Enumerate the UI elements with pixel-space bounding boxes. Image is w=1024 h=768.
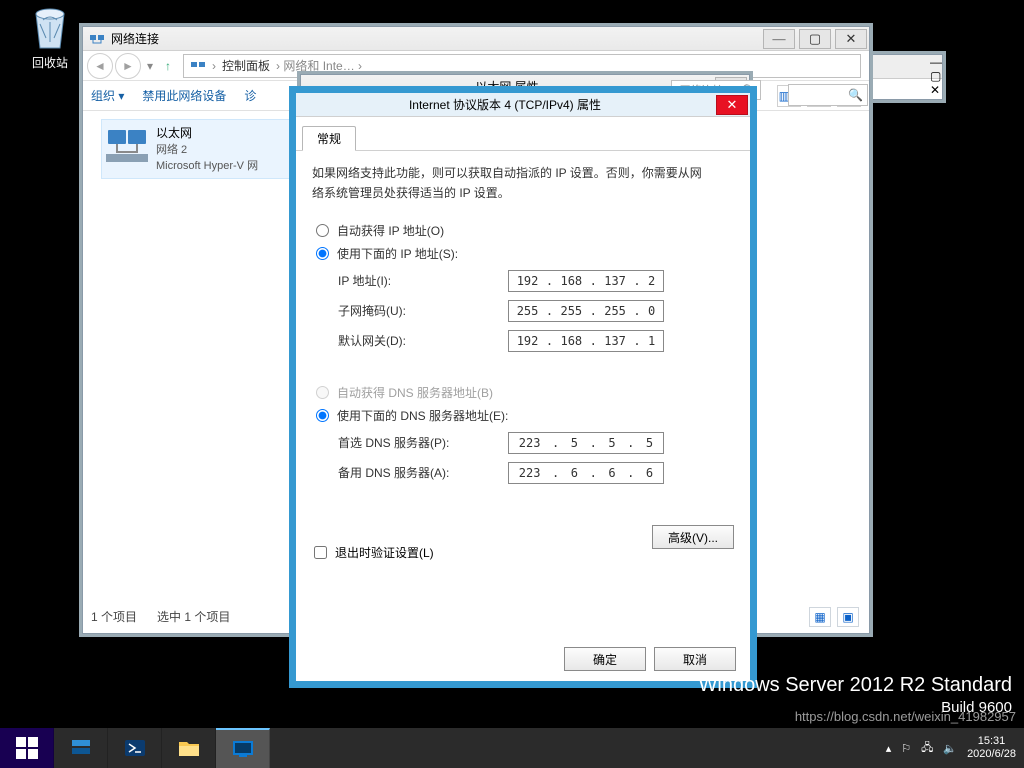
cmd-diagnose[interactable]: 诊 (244, 87, 256, 104)
close-icon[interactable]: ✕ (930, 83, 942, 97)
server-manager-button[interactable] (54, 728, 108, 768)
ethernet-adapter-icon (106, 124, 148, 166)
nav-forward-button[interactable]: ► (115, 53, 141, 79)
taskbar-clock[interactable]: 15:31 2020/6/28 (967, 735, 1016, 761)
radio-auto-ip[interactable]: 自动获得 IP 地址(O) (316, 222, 730, 239)
close-icon[interactable]: ✕ (835, 29, 867, 49)
preferred-dns-input[interactable]: 223.5.5.5 (508, 432, 664, 454)
status-selected-count: 选中 1 个项目 (157, 608, 230, 625)
status-bar: 1 个项目 选中 1 个项目 (91, 605, 230, 627)
cancel-button[interactable]: 取消 (654, 647, 736, 671)
advanced-button[interactable]: 高级(V)... (652, 525, 734, 549)
powershell-button[interactable] (108, 728, 162, 768)
window-title: 网络连接 (83, 30, 761, 47)
cmd-organize[interactable]: 组织 ▾ (91, 87, 124, 104)
tray-flag-icon[interactable]: ⚐ (901, 742, 911, 755)
tray-network-icon[interactable]: 🖧 (921, 739, 933, 758)
watermark-text: https://blog.csdn.net/weixin_41982957 (795, 709, 1016, 724)
ok-button[interactable]: 确定 (564, 647, 646, 671)
dialog-title: Internet 协议版本 4 (TCP/IPv4) 属性 (296, 96, 714, 113)
windows-logo-icon (16, 737, 38, 759)
adapter-driver: Microsoft Hyper-V 网 (156, 157, 258, 173)
adapter-network: 网络 2 (156, 141, 258, 157)
nav-up-button[interactable]: ↑ (159, 59, 177, 73)
tab-row: 常规 (296, 123, 750, 151)
powershell-icon (123, 736, 147, 760)
start-button[interactable] (0, 728, 54, 768)
alternate-dns-input[interactable]: 223.6.6.6 (508, 462, 664, 484)
description: 如果网络支持此功能，则可以获取自动指派的 IP 设置。否则，你需要从网 络系统管… (312, 163, 734, 204)
view-icons-icon[interactable]: ▣ (837, 607, 859, 627)
server-manager-icon (69, 736, 93, 760)
file-explorer-icon (177, 736, 201, 760)
checkbox-validate-on-exit[interactable]: 退出时验证设置(L) (314, 544, 434, 561)
taskbar: ▴ ⚐ 🖧 🔈 15:31 2020/6/28 (0, 728, 1024, 768)
row-alternate-dns: 备用 DNS 服务器(A): 223.6.6.6 (338, 462, 734, 484)
tray-volume-icon[interactable]: 🔈 (943, 742, 957, 755)
default-gateway-input[interactable]: 192.168.137.1 (508, 330, 664, 352)
file-explorer-button[interactable] (162, 728, 216, 768)
adapter-name: 以太网 (156, 124, 258, 141)
radio-use-dns[interactable]: 使用下面的 DNS 服务器地址(E): (316, 407, 730, 424)
recycle-bin-label: 回收站 (20, 54, 80, 71)
minimize-icon[interactable]: — (763, 29, 795, 49)
ip-address-input[interactable]: 192.168.137.2 (508, 270, 664, 292)
maximize-icon[interactable]: ▢ (930, 69, 942, 83)
subnet-mask-input[interactable]: 255.255.255.0 (508, 300, 664, 322)
status-item-count: 1 个项目 (91, 608, 137, 625)
cmd-disable-device[interactable]: 禁用此网络设备 (142, 87, 226, 104)
search-box-overflow[interactable]: 🔍 (788, 84, 868, 106)
row-ip-address: IP 地址(I): 192.168.137.2 (338, 270, 734, 292)
row-subnet-mask: 子网掩码(U): 255.255.255.0 (338, 300, 734, 322)
row-default-gateway: 默认网关(D): 192.168.137.1 (338, 330, 734, 352)
nav-back-button[interactable]: ◄ (87, 53, 113, 79)
recycle-bin-icon (26, 4, 74, 52)
recycle-bin[interactable]: 回收站 (20, 4, 80, 71)
view-details-icon[interactable]: ▦ (809, 607, 831, 627)
system-tray: ▴ ⚐ 🖧 🔈 15:31 2020/6/28 (886, 728, 1024, 768)
tab-general[interactable]: 常规 (302, 126, 356, 151)
search-icon: 🔍 (848, 88, 863, 102)
ipv4-properties-dialog: Internet 协议版本 4 (TCP/IPv4) 属性 ✕ 常规 如果网络支… (295, 92, 751, 682)
row-preferred-dns: 首选 DNS 服务器(P): 223.5.5.5 (338, 432, 734, 454)
nav-dropdown-icon[interactable]: ▾ (143, 59, 157, 73)
network-icon (89, 31, 105, 47)
vbox-button[interactable] (216, 728, 270, 768)
radio-use-ip[interactable]: 使用下面的 IP 地址(S): (316, 245, 730, 262)
minimize-icon[interactable]: — (930, 55, 942, 69)
close-icon[interactable]: ✕ (716, 95, 748, 115)
vm-icon (231, 737, 255, 761)
network-icon (190, 58, 206, 74)
maximize-icon[interactable]: ▢ (799, 29, 831, 49)
tray-chevron-icon[interactable]: ▴ (886, 742, 892, 755)
radio-auto-dns: 自动获得 DNS 服务器地址(B) (316, 384, 730, 401)
